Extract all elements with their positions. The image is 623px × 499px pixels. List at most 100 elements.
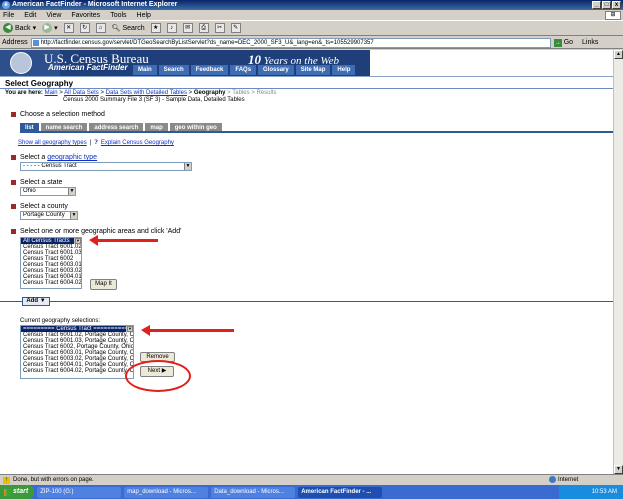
breadcrumb-sep: > <box>59 90 63 96</box>
refresh-icon[interactable]: ↻ <box>79 23 90 33</box>
nav-main[interactable]: Main <box>133 65 157 75</box>
census-seal-icon <box>10 52 32 74</box>
areas-listbox[interactable]: All Census Tracts Census Tract 6001.02 C… <box>20 237 82 289</box>
edit-icon[interactable]: ✎ <box>230 23 241 33</box>
geo-links: Show all geography types | ❓︎ Explain Ce… <box>18 140 174 147</box>
go-button[interactable]: → Go <box>553 38 574 47</box>
go-label: Go <box>563 39 574 46</box>
method-label: Choose a selection method <box>20 111 105 118</box>
breadcrumb-main[interactable]: Main <box>45 90 58 96</box>
show-all-geography-link[interactable]: Show all geography types <box>18 140 87 147</box>
chevron-down-icon[interactable]: ▼ <box>68 188 75 195</box>
globe-icon <box>549 476 556 483</box>
address-input[interactable]: http://factfinder.census.gov/servlet/DTG… <box>30 37 551 48</box>
breadcrumb-current: Geography <box>193 90 226 96</box>
current-selections-listbox[interactable]: ========= Census Tract ========== Census… <box>20 325 134 379</box>
nav-search[interactable]: Search <box>158 65 189 75</box>
listbox-scrollbar[interactable]: ▲▼ <box>74 238 81 244</box>
menu-file[interactable]: File <box>3 10 14 20</box>
task-american-factfinder[interactable]: American FactFinder - ... <box>298 486 383 498</box>
ie-icon: e <box>2 1 10 9</box>
geographic-type-link[interactable]: geographic type <box>47 154 97 161</box>
system-tray: 10:53 AM <box>559 485 623 499</box>
search-icon: 🔍︎ <box>111 25 121 32</box>
taskbar: start ZIP-100 (G:) map_download - Micros… <box>0 485 623 499</box>
chevron-down-icon: ▾ <box>32 25 37 32</box>
list-item[interactable]: Census Tract 6004.02 <box>21 280 81 286</box>
media-icon[interactable]: ♪ <box>166 23 177 33</box>
breadcrumb-sep: > <box>188 90 193 96</box>
window-title: American FactFinder - Microsoft Internet… <box>12 1 178 8</box>
home-icon[interactable]: ⌂ <box>95 23 106 33</box>
address-url: http://factfinder.census.gov/servlet/DTG… <box>40 39 374 46</box>
warning-icon[interactable]: ! <box>3 476 10 484</box>
chevron-down-icon[interactable]: ▼ <box>184 163 191 170</box>
windows-flag-icon <box>4 488 11 496</box>
help-icon: ❓︎ <box>94 140 98 146</box>
forward-arrow-icon: ▶ <box>42 23 53 33</box>
favorites-icon[interactable]: ★ <box>150 23 161 33</box>
chevron-down-icon: ▼ <box>39 298 46 304</box>
nav-glossary[interactable]: Glossary <box>258 65 294 75</box>
menu-favorites[interactable]: Favorites <box>71 10 100 20</box>
menu-tools[interactable]: Tools <box>110 10 126 20</box>
menu-edit[interactable]: Edit <box>24 10 36 20</box>
breadcrumb-prefix: You are here: <box>5 90 43 96</box>
search-button[interactable]: 🔍︎ Search <box>111 24 145 33</box>
list-item[interactable]: Census Tract 6004.02, Portage County, Oh… <box>21 368 133 374</box>
add-divider <box>0 301 613 302</box>
listbox-scrollbar[interactable]: ▲▼ <box>126 326 133 332</box>
breadcrumb-all-data-sets[interactable]: All Data Sets <box>64 90 99 96</box>
breadcrumb-sep: > <box>251 90 255 96</box>
add-label: Add <box>26 298 39 304</box>
start-button[interactable]: start <box>0 485 35 499</box>
forward-button[interactable]: ▶ ▾ <box>42 23 58 33</box>
map-it-button[interactable]: Map It <box>90 279 117 290</box>
task-data-download[interactable]: Data_download - Micros... <box>211 486 296 498</box>
section-bullet <box>11 180 16 185</box>
breadcrumb-detailed-tables[interactable]: Data Sets with Detailed Tables <box>106 90 187 96</box>
chevron-down-icon[interactable]: ▼ <box>70 212 77 219</box>
geo-type-select[interactable]: - - - - - Census Tract ▼ <box>20 162 192 171</box>
page-scrollbar[interactable]: ▲ ▼ <box>613 50 623 474</box>
security-zone: Internet <box>549 476 578 483</box>
geo-type-label: Select a geographic type <box>20 154 98 161</box>
task-map-download[interactable]: map_download - Micros... <box>124 486 209 498</box>
nav-help[interactable]: Help <box>332 65 356 75</box>
county-label: Select a county <box>20 203 68 210</box>
task-zip-drive[interactable]: ZIP-100 (G:) <box>37 486 122 498</box>
links-button[interactable]: Links <box>582 39 598 46</box>
maximize-button[interactable]: □ <box>602 1 611 9</box>
window-title-bar: e American FactFinder - Microsoft Intern… <box>0 0 623 10</box>
explain-geography-link[interactable]: Explain Census Geography <box>101 140 174 147</box>
link-separator: | <box>89 140 92 146</box>
start-label: start <box>13 488 29 495</box>
areas-label: Select one or more geographic areas and … <box>20 228 182 235</box>
stop-icon[interactable]: ✕ <box>63 23 74 33</box>
scroll-down-icon[interactable]: ▼ <box>614 465 623 474</box>
census-banner: U.S. Census Bureau American FactFinder 1… <box>0 50 370 76</box>
cut-icon[interactable]: ✂ <box>214 23 225 33</box>
minimize-button[interactable]: _ <box>592 1 601 9</box>
banner-subtitle: American FactFinder <box>48 63 128 72</box>
clock[interactable]: 10:53 AM <box>592 489 617 495</box>
title-divider <box>0 88 613 89</box>
nav-feedback[interactable]: Feedback <box>190 65 229 75</box>
nav-faqs[interactable]: FAQs <box>230 65 257 75</box>
state-select[interactable]: Ohio ▼ <box>20 187 76 196</box>
print-icon[interactable]: ⎙ <box>198 23 209 33</box>
county-value: Portage County <box>23 212 65 218</box>
close-button[interactable]: x <box>612 1 621 9</box>
go-arrow-icon: → <box>553 38 562 47</box>
menu-help[interactable]: Help <box>137 10 151 20</box>
county-select[interactable]: Portage County ▼ <box>20 211 78 220</box>
nav-site-map[interactable]: Site Map <box>295 65 331 75</box>
menu-view[interactable]: View <box>46 10 61 20</box>
chevron-down-icon: ▾ <box>54 25 58 32</box>
scroll-up-icon[interactable]: ▲ <box>614 50 623 59</box>
add-button[interactable]: Add ▼ <box>22 297 50 306</box>
section-bullet <box>11 112 16 117</box>
breadcrumb-sep: > <box>100 90 104 96</box>
back-button[interactable]: ◀ Back ▾ <box>3 23 36 33</box>
mail-icon[interactable]: ✉ <box>182 23 193 33</box>
